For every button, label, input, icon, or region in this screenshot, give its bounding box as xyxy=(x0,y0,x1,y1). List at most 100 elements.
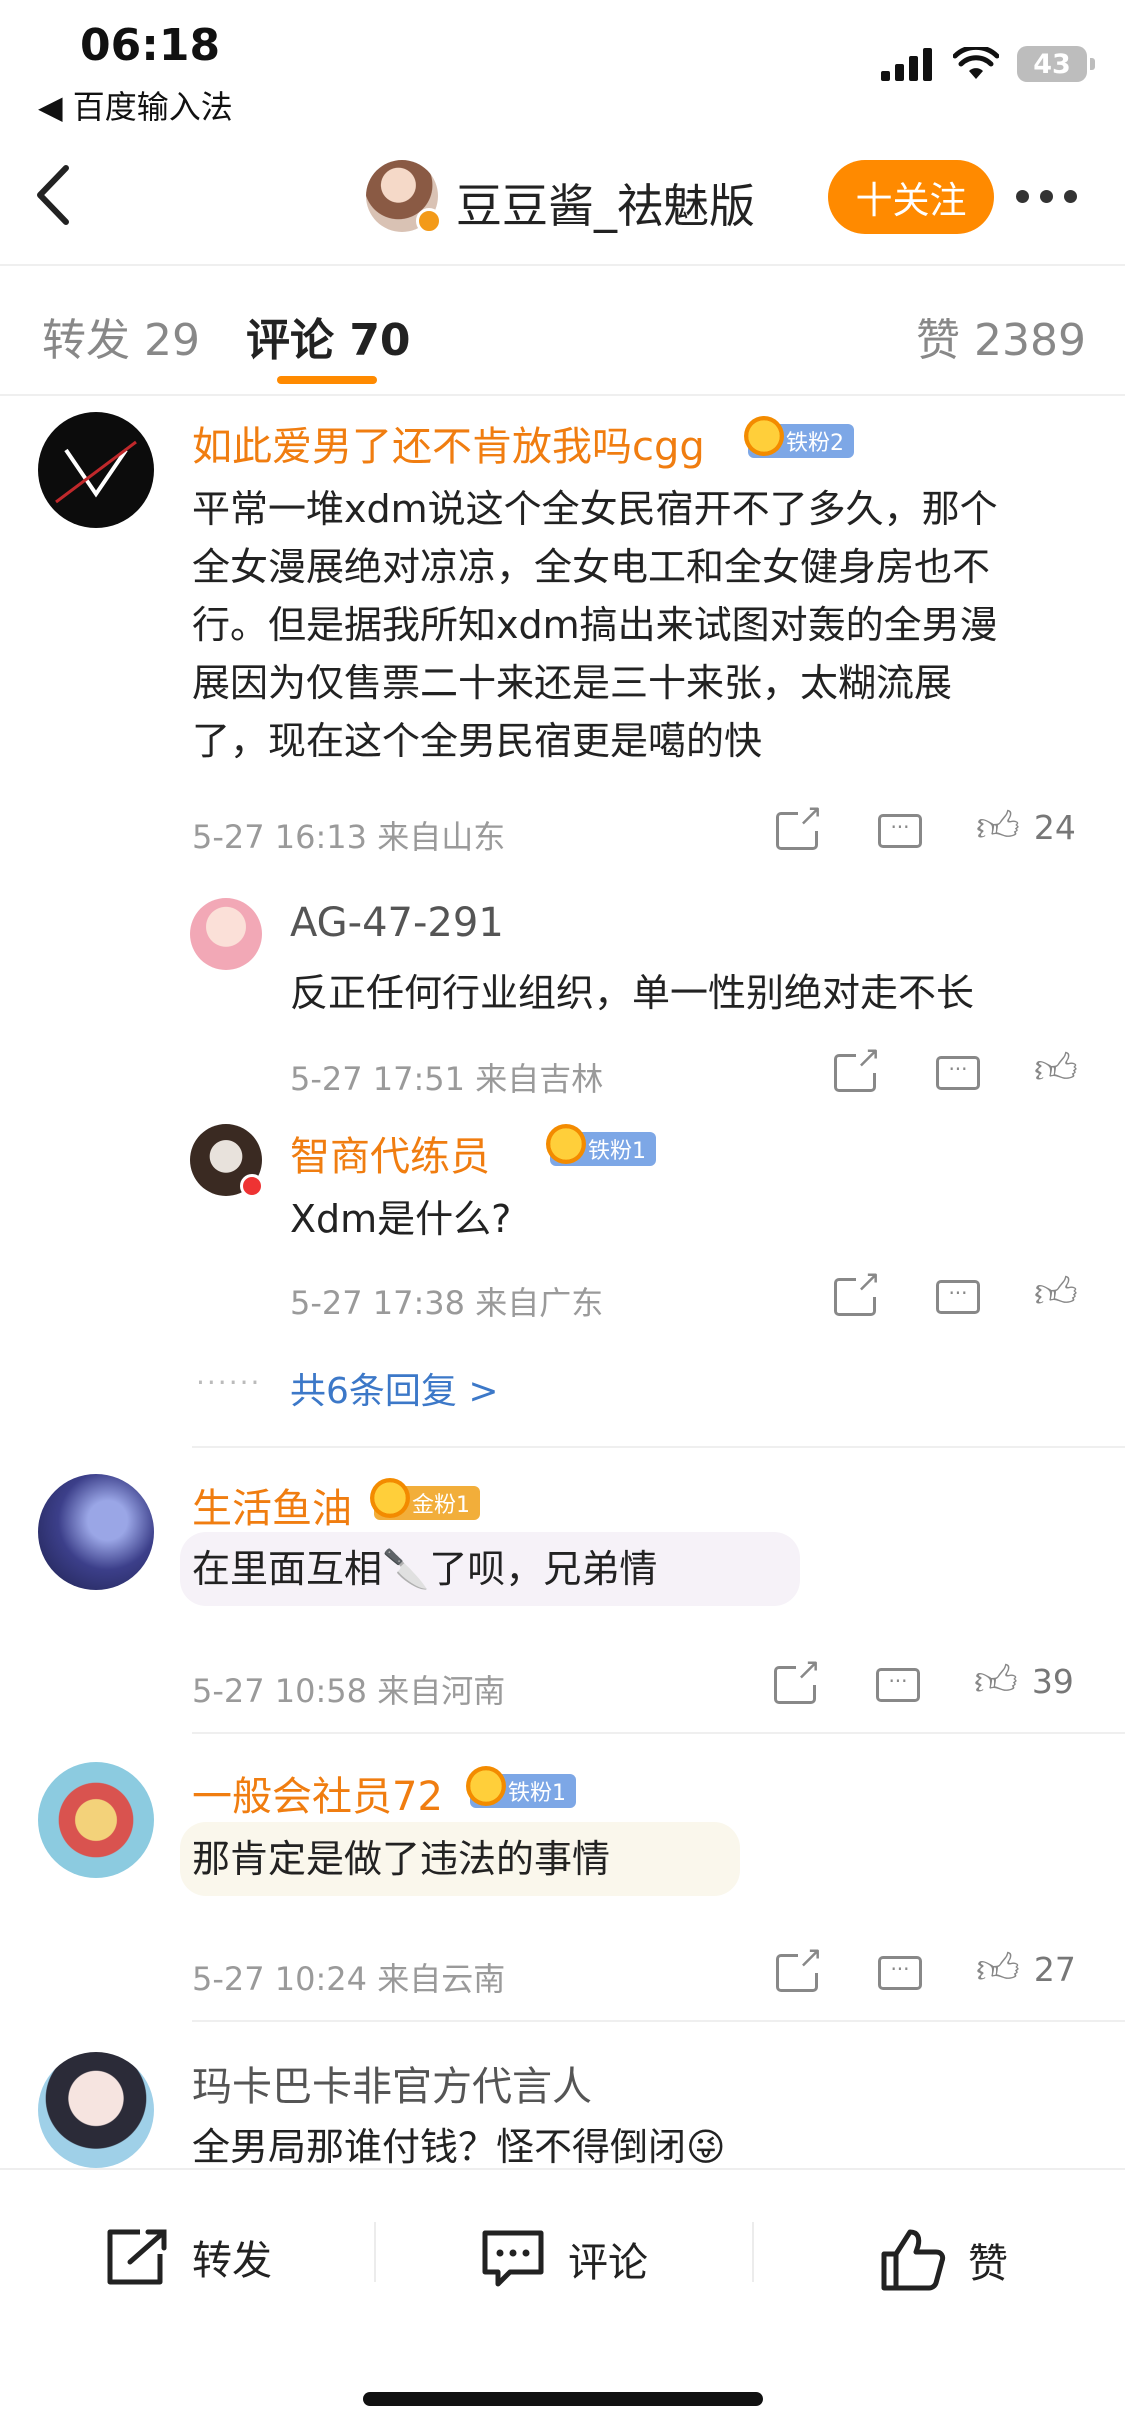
back-to-app-link[interactable]: ◀ 百度输入法 xyxy=(38,82,233,128)
comment-line: 展因为仅售票二十来还是三十来张，太糊流展 xyxy=(192,661,953,705)
tabs-divider xyxy=(0,394,1125,396)
reply-button[interactable]: ··· xyxy=(878,814,922,848)
comment-icon xyxy=(482,2230,544,2287)
share-button[interactable] xyxy=(774,1655,821,1704)
thumbs-up-icon: 👍︎ xyxy=(976,802,1020,851)
share-icon xyxy=(107,2229,167,2285)
active-tab-indicator xyxy=(277,376,377,384)
verified-badge-icon xyxy=(416,208,442,234)
comment-author[interactable]: 生活鱼油 xyxy=(192,1476,352,1534)
share-button[interactable] xyxy=(834,1267,881,1316)
tab-repost[interactable]: 转发 29 xyxy=(42,304,200,368)
like-button[interactable]: 👍︎ 24 xyxy=(976,806,1076,848)
bottom-repost-label: 转发 xyxy=(192,2238,272,2284)
reply-text: 反正任何行业组织，单一性别绝对走不长 xyxy=(290,971,975,1015)
like-button[interactable]: 👍︎ 39 xyxy=(974,1660,1074,1702)
tab-likes[interactable]: 赞 2389 xyxy=(916,304,1086,368)
like-count: 39 xyxy=(1031,1661,1074,1701)
comment-divider xyxy=(192,2020,1125,2022)
like-button[interactable]: 👍︎ xyxy=(1034,1048,1078,1090)
reply-button[interactable]: ··· xyxy=(936,1280,980,1314)
bottom-comment-label: 评论 xyxy=(568,2240,648,2286)
comment-text: 平常一堆xdm说这个全女民宿开不了多久，那个 全女漫展绝对凉凉，全女电工和全女健… xyxy=(192,480,1092,770)
comment-icon: ··· xyxy=(878,1956,922,1990)
reply-button[interactable]: ··· xyxy=(876,1668,920,1702)
fan-badge-label: 铁粉1 xyxy=(508,1781,566,1806)
battery-icon: 43 xyxy=(1017,46,1095,82)
comment-meta: 5-27 10:24 来自云南 xyxy=(192,1960,506,1998)
reply-author[interactable]: 智商代练员 xyxy=(290,1124,490,1182)
more-options-icon[interactable] xyxy=(1016,190,1077,203)
follow-button[interactable]: 十关注 xyxy=(828,160,994,234)
comment-line: 全女漫展绝对凉凉，全女电工和全女健身房也不 xyxy=(192,545,991,589)
status-icons: 43 xyxy=(881,46,1095,82)
reply-button[interactable]: ··· xyxy=(878,1956,922,1990)
bottom-like-label: 赞 xyxy=(968,2241,1008,2287)
crown-icon xyxy=(546,1124,586,1164)
share-icon xyxy=(774,1655,821,1704)
avatar[interactable] xyxy=(38,412,154,528)
reply-meta: 5-27 17:38 来自广东 xyxy=(290,1284,604,1322)
comment-meta: 5-27 16:13 来自山东 xyxy=(192,818,506,856)
avatar[interactable] xyxy=(190,898,262,970)
like-button[interactable]: 👍︎ xyxy=(1034,1272,1078,1314)
avatar[interactable] xyxy=(190,1124,264,1198)
comment-line: 了，现在这个全男民宿更是噶的快 xyxy=(192,719,763,763)
reply-button[interactable]: ··· xyxy=(936,1056,980,1090)
share-icon xyxy=(834,1043,881,1092)
thumbs-up-icon: 👍︎ xyxy=(976,1944,1020,1993)
avatar[interactable] xyxy=(38,1762,154,1878)
author-avatar[interactable] xyxy=(366,160,442,234)
thumbs-up-icon: 👍︎ xyxy=(1034,1268,1078,1317)
like-count: 27 xyxy=(1033,1949,1076,1989)
comment-text: 在里面互相🔪了呗，兄弟情 xyxy=(192,1547,658,1591)
comment-divider xyxy=(192,1446,1125,1448)
comment-icon: ··· xyxy=(936,1280,980,1314)
comment-line: 行。但是据我所知xdm搞出来试图对轰的全男漫 xyxy=(192,603,998,647)
thumbs-up-icon: 👍︎ xyxy=(1034,1044,1078,1093)
comment-icon: ··· xyxy=(936,1056,980,1090)
home-indicator[interactable] xyxy=(363,2392,763,2406)
bottom-like-button[interactable]: 赞 xyxy=(880,2228,1008,2292)
comment-author[interactable]: 如此爱男了还不肯放我吗cgg xyxy=(192,414,705,472)
thumbs-up-icon xyxy=(881,2229,946,2291)
verified-badge-icon xyxy=(240,1174,264,1198)
comment-icon: ··· xyxy=(878,814,922,848)
wifi-icon xyxy=(953,47,999,79)
reply-text: Xdm是什么? xyxy=(290,1197,512,1241)
fan-badge: 铁粉2 xyxy=(744,416,854,458)
comment-divider xyxy=(192,1732,1125,1734)
signal-icon xyxy=(881,48,932,81)
tab-comments[interactable]: 评论 70 xyxy=(246,304,411,368)
comment-text: 那肯定是做了违法的事情 xyxy=(192,1837,611,1881)
page-title[interactable]: 豆豆酱_祛魅版 xyxy=(456,170,755,236)
comment-author[interactable]: 一般会社员72 xyxy=(192,1764,443,1822)
reply-author[interactable]: AG-47-291 xyxy=(290,900,504,946)
back-arrow-icon[interactable] xyxy=(30,160,80,230)
crown-icon xyxy=(466,1766,506,1806)
bottom-comment-button[interactable]: 评论 xyxy=(480,2228,648,2290)
bottom-separator xyxy=(374,2222,376,2282)
view-more-replies-link[interactable]: 共6条回复 > xyxy=(290,1362,499,1414)
avatar[interactable] xyxy=(38,2052,154,2168)
thumbs-up-icon: 👍︎ xyxy=(974,1656,1018,1705)
comment-author[interactable]: 玛卡巴卡非官方代言人 xyxy=(192,2054,592,2112)
crown-icon xyxy=(744,416,784,456)
like-button[interactable]: 👍︎ 27 xyxy=(976,1948,1076,1990)
reply-meta: 5-27 17:51 来自吉林 xyxy=(290,1060,604,1098)
ellipsis-icon: ······ xyxy=(196,1366,262,1399)
bottom-separator xyxy=(752,2222,754,2282)
share-icon xyxy=(776,1943,823,1992)
share-button[interactable] xyxy=(834,1043,881,1092)
share-button[interactable] xyxy=(776,801,823,850)
bottom-repost-button[interactable]: 转发 xyxy=(104,2228,272,2286)
share-button[interactable] xyxy=(776,1943,823,1992)
fan-badge: 铁粉1 xyxy=(466,1766,576,1808)
like-count: 24 xyxy=(1033,807,1076,847)
status-time: 06:18 xyxy=(80,20,221,71)
header-divider xyxy=(0,264,1125,266)
crown-icon xyxy=(370,1478,410,1518)
fan-badge-label: 铁粉1 xyxy=(588,1139,646,1164)
avatar[interactable] xyxy=(38,1474,154,1590)
fan-badge: 铁粉1 xyxy=(546,1124,656,1166)
